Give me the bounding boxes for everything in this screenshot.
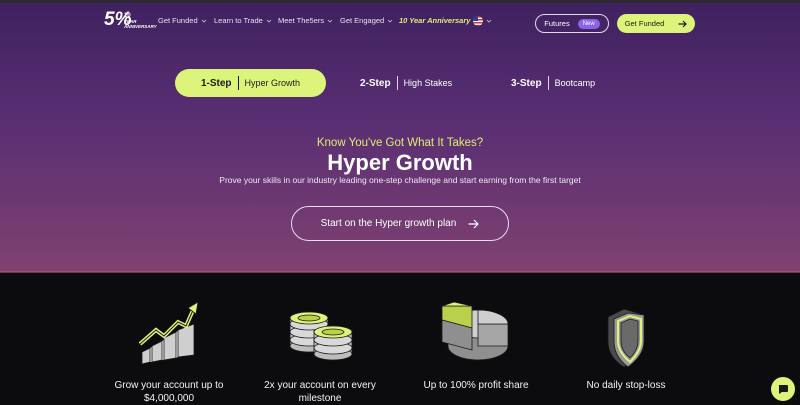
tab-2-step-number: 2-Step (360, 77, 391, 89)
feature-double-account: 2x your account on every milestone (250, 379, 390, 405)
hero-tagline: Know You've Got What It Takes? (316, 137, 484, 149)
feature-double-account-line1: 2x your account on every (264, 380, 376, 391)
tab-3-step-name: Bootcamp (554, 78, 596, 88)
chevron-down-icon[interactable] (486, 18, 492, 24)
tab-3-step-number: 3-Step (511, 77, 542, 89)
feature-profit-share: Up to 100% profit share (406, 379, 546, 392)
growth-chart-icon (138, 301, 199, 365)
tab-separator (237, 76, 239, 90)
nav-anniversary-link[interactable]: 10 Year Anniversary (399, 16, 470, 25)
nav-meet-the5ers-label: Meet The5ers (278, 16, 325, 25)
chevron-down-icon (266, 19, 272, 23)
feature-grow-account: Grow your account up to $4,000,000 (99, 379, 239, 405)
nav-learn-to-trade-label: Learn to Trade (214, 16, 263, 25)
logo-tagline: YEAR ANNIVERSARY (124, 19, 157, 29)
feature-no-stop-loss: No daily stop-loss (556, 379, 696, 392)
get-funded-label: Get Funded (624, 19, 665, 28)
start-plan-label: Start on the Hyper growth plan (320, 218, 457, 229)
chevron-down-icon (327, 19, 333, 23)
nav-get-funded[interactable]: Get Funded (158, 16, 207, 25)
feature-grow-account-line2: $4,000,000 (143, 393, 195, 404)
feature-grow-account-line1: Grow your account up to (114, 380, 224, 391)
chat-button[interactable] (771, 377, 795, 401)
arrow-right-icon (678, 20, 688, 27)
feature-double-account-line2: milestone (298, 393, 342, 404)
shield-icon (607, 308, 645, 368)
chevron-down-icon (201, 19, 206, 23)
nav-meet-the5ers[interactable]: Meet The5ers (278, 16, 333, 25)
pie-chart-icon (441, 302, 509, 361)
futures-label: Futures (544, 19, 570, 28)
arrow-right-icon (468, 219, 480, 228)
tab-1-step-name: Hyper Growth (244, 78, 301, 88)
tab-2-step[interactable]: 2-Step High Stakes (360, 69, 452, 97)
nav-learn-to-trade[interactable]: Learn to Trade (214, 16, 272, 25)
top-navigation: 5% 10 YEAR ANNIVERSARY Get Funded Learn … (0, 3, 800, 39)
hero-divider (0, 271, 800, 273)
hero-subtitle: Prove your skills in our industry leadin… (219, 175, 581, 185)
new-badge: New (577, 18, 600, 29)
tab-separator (547, 76, 549, 90)
get-funded-button[interactable]: Get Funded (617, 14, 695, 33)
tab-1-step[interactable]: 1-Step Hyper Growth (175, 69, 326, 97)
tab-3-step[interactable]: 3-Step Bootcamp (511, 69, 595, 97)
chat-bubble-icon (778, 385, 788, 394)
chevron-down-icon (387, 19, 393, 23)
feature-no-stop-loss-line1: No daily stop-loss (586, 380, 666, 391)
feature-profit-share-line1: Up to 100% profit share (423, 380, 529, 391)
tab-1-step-number: 1-Step (200, 77, 232, 89)
tab-2-step-name: High Stakes (403, 78, 453, 88)
futures-button[interactable]: Futures New (535, 14, 609, 33)
page-title: Hyper Growth (327, 150, 473, 175)
nav-get-funded-label: Get Funded (158, 16, 198, 25)
nav-get-engaged[interactable]: Get Engaged (340, 16, 393, 25)
start-plan-button[interactable]: Start on the Hyper growth plan (291, 206, 509, 241)
nav-get-engaged-label: Get Engaged (340, 16, 385, 25)
the5ers-logo[interactable]: 5% 10 YEAR ANNIVERSARY (104, 9, 157, 33)
us-flag-icon[interactable] (473, 16, 483, 26)
coins-stack-icon (289, 311, 353, 361)
tab-separator (396, 76, 398, 90)
